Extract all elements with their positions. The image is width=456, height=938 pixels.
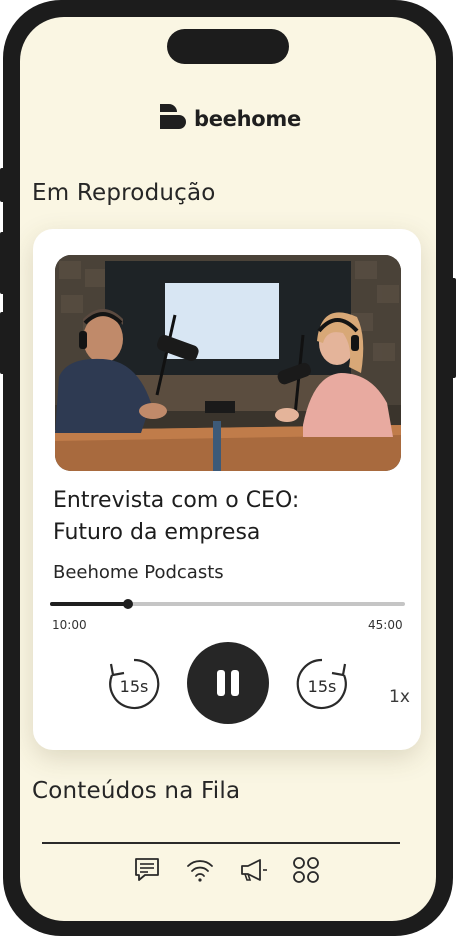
podcast-name: Beehome Podcasts — [53, 562, 224, 583]
progress-bar[interactable] — [50, 599, 405, 609]
beehome-logo-icon — [160, 104, 186, 129]
megaphone-icon — [241, 859, 267, 881]
episode-title: Entrevista com o CEO: Futuro da empresa — [53, 485, 393, 549]
forward-label: 15s — [307, 676, 337, 696]
episode-cover-image — [55, 255, 401, 471]
brand-name: beehome — [194, 107, 301, 131]
total-time: 45:00 — [368, 618, 403, 632]
nav-item-menu[interactable] — [291, 855, 321, 885]
app-screen: beehome Em Reprodução Entrevista com o C… — [20, 17, 436, 921]
rewind-15-button[interactable]: 15s — [105, 655, 163, 713]
nav-item-announcements[interactable] — [238, 855, 268, 885]
brand-logo: beehome — [158, 102, 301, 136]
side-button-volume-down — [0, 312, 5, 374]
side-button-volume-up — [0, 232, 5, 294]
wifi-icon — [187, 860, 213, 882]
queue-heading: Conteúdos na Fila — [32, 778, 241, 804]
player-card: Entrevista com o CEO: Futuro da empresa … — [33, 229, 421, 750]
pause-icon — [217, 670, 239, 696]
episode-title-line-2: Futuro da empresa — [53, 520, 261, 545]
rewind-label: 15s — [119, 676, 149, 696]
progress-fill — [50, 602, 129, 606]
chat-icon — [135, 858, 159, 881]
current-time: 10:00 — [52, 618, 87, 632]
playback-speed-button[interactable]: 1x — [389, 687, 410, 707]
side-button-power — [451, 278, 456, 378]
episode-title-line-1: Entrevista com o CEO: — [53, 488, 300, 513]
grid-icon — [293, 857, 319, 883]
side-button-silent — [0, 168, 5, 202]
bottom-nav-divider — [42, 842, 400, 844]
now-playing-heading: Em Reprodução — [32, 180, 216, 206]
forward-15-button[interactable]: 15s — [293, 655, 351, 713]
dynamic-island — [167, 29, 289, 64]
progress-handle[interactable] — [123, 599, 134, 609]
pause-button[interactable] — [187, 642, 269, 724]
nav-item-messages[interactable] — [132, 855, 162, 885]
nav-item-live[interactable] — [185, 855, 215, 885]
